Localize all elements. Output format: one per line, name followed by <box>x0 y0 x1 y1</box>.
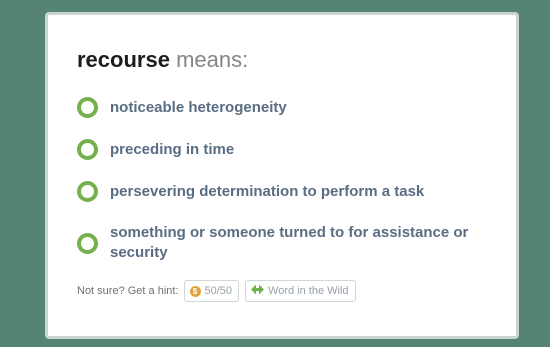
question-heading: recourse means: <box>77 46 248 74</box>
fifty-fifty-label: 50/50 <box>204 285 233 297</box>
choice-label[interactable]: preceding in time <box>110 140 234 160</box>
coin-icon: $ <box>189 285 201 297</box>
quiz-card: recourse means: noticeable heterogeneity… <box>45 12 519 339</box>
double-arrow-icon <box>251 284 265 298</box>
hint-row: Not sure? Get a hint: $ 50/50 Word in th… <box>77 280 356 302</box>
word-in-the-wild-button[interactable]: Word in the Wild <box>245 280 356 302</box>
choice-option-2[interactable]: preceding in time <box>77 139 234 160</box>
fifty-fifty-button[interactable]: $ 50/50 <box>183 280 240 302</box>
radio-circle-icon[interactable] <box>77 232 98 254</box>
choice-label[interactable]: persevering determination to perform a t… <box>110 182 424 202</box>
question-suffix: means: <box>169 47 249 72</box>
choice-option-4[interactable]: something or someone turned to for assis… <box>77 223 477 263</box>
choice-option-3[interactable]: persevering determination to perform a t… <box>77 181 424 202</box>
choice-option-1[interactable]: noticeable heterogeneity <box>77 97 287 118</box>
word-in-the-wild-label: Word in the Wild <box>268 285 349 297</box>
choice-label[interactable]: something or someone turned to for assis… <box>110 223 477 263</box>
radio-circle-icon[interactable] <box>77 97 98 118</box>
radio-circle-icon[interactable] <box>77 139 98 160</box>
choice-label[interactable]: noticeable heterogeneity <box>110 98 287 118</box>
radio-circle-icon[interactable] <box>77 181 98 202</box>
question-word: recourse <box>77 47 170 72</box>
hint-prompt: Not sure? Get a hint: <box>77 285 179 297</box>
